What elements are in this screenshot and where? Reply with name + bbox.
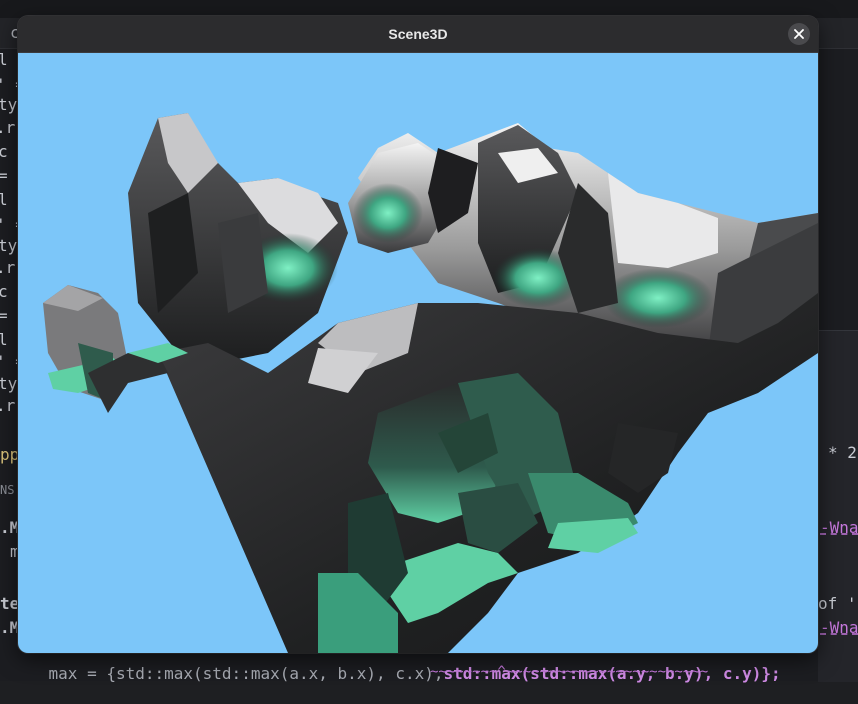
gutter-fragment: l (0, 190, 8, 209)
warning-flag-2[interactable]: -Wna (820, 618, 858, 638)
scene3d-window[interactable]: Scene3D (18, 16, 818, 653)
gutter-fragment: ty (0, 95, 18, 114)
gutter-fragment: .r (0, 258, 16, 277)
close-button[interactable] (788, 23, 810, 45)
terrain-render (43, 113, 818, 653)
code-fragment-of: of '( (818, 594, 858, 613)
code-fragment-m2: .M (0, 618, 20, 637)
gutter-fragment: .r (0, 396, 16, 415)
code-fragment-te: te (0, 594, 20, 613)
warning-flag-1[interactable]: -Wna (820, 518, 858, 538)
code-fragment-pp: pp (0, 445, 20, 464)
code-fragment-m1: .M (0, 518, 20, 537)
gutter-fragment: c (0, 142, 8, 161)
window-titlebar[interactable]: Scene3D (18, 16, 818, 53)
window-title: Scene3D (388, 26, 448, 42)
gutter-fragment: = (0, 166, 8, 185)
close-icon (794, 29, 804, 39)
gutter-fragment: ty (0, 374, 18, 393)
gutter-fragment: l (0, 50, 8, 69)
code-fragment-star: * 2 (828, 443, 857, 462)
gutter-fragment: .r (0, 118, 16, 137)
error-squiggle: ~~~~~~~~^~~~~~~~~~~~~~~~~~~~~~~~~ (430, 664, 709, 680)
code-text-plain: max = {std::max(std::max(a.x, b.x), c.x)… (48, 664, 444, 683)
scene-viewport[interactable] (18, 53, 818, 653)
gutter-fragment: = (0, 306, 8, 325)
gutter-fragment: c (0, 282, 8, 301)
code-fragment-ns: NS (0, 483, 15, 497)
gutter-fragment: l (0, 330, 8, 349)
gutter-fragment: ty (0, 236, 18, 255)
